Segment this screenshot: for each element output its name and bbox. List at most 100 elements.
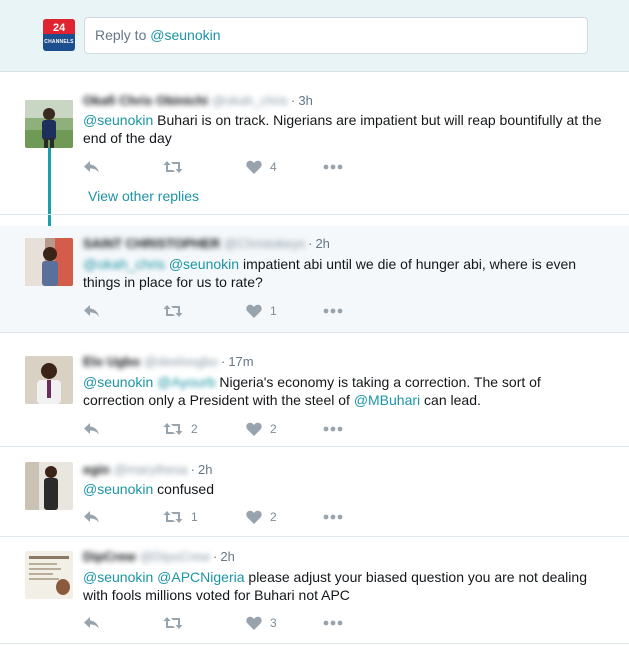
user-name[interactable]: Okafi Chris Obinichi [83, 93, 208, 108]
user-name[interactable]: Elo Ugbo [83, 354, 140, 369]
more-dots-icon [323, 514, 343, 520]
retweet-icon [163, 161, 183, 173]
view-other-replies-link[interactable]: View other replies [88, 188, 199, 204]
tweet-header: DipCrew @DipoCrew · 2h [83, 549, 235, 564]
like-count: 3 [270, 616, 277, 630]
more-dots-icon [323, 620, 343, 626]
tweet-text: @seunokin confused [83, 481, 214, 497]
mention-link[interactable]: @APCNigeria [157, 569, 244, 585]
reply-tweet[interactable]: egin @marythesa · 2h @seunokin confused 1 2 [0, 451, 629, 537]
avatar[interactable] [25, 462, 73, 510]
like-count: 2 [270, 422, 277, 436]
retweet-icon [163, 617, 183, 629]
retweet-icon [163, 423, 183, 435]
tweet-time[interactable]: 2h [220, 549, 234, 564]
avatar[interactable] [25, 100, 73, 148]
tweet-time[interactable]: 3h [298, 93, 312, 108]
like-count: 1 [270, 304, 277, 318]
tweet-actions: 1 [83, 302, 383, 320]
like-action[interactable]: 3 [246, 614, 277, 632]
avatar[interactable] [25, 356, 73, 404]
mention-link[interactable]: @MBuhari [354, 392, 420, 408]
retweet-count: 1 [191, 510, 198, 524]
tweet-text: @seunokin @APCNigeria please adjust your… [83, 569, 587, 603]
mention-link[interactable]: @seunokin [83, 374, 153, 390]
more-action[interactable] [323, 508, 343, 526]
more-action[interactable] [323, 614, 343, 632]
retweet-action[interactable] [163, 302, 191, 320]
retweet-action[interactable]: 2 [163, 420, 198, 438]
tweet-text: @seunokin @Ayourb Nigeria's economy is t… [83, 373, 541, 408]
reply-tweet[interactable]: SAINT CHRISTOPHER @Christokeys · 2h @okah_c… [0, 226, 629, 333]
retweet-action[interactable]: 1 [163, 508, 198, 526]
tweet-header: Okafi Chris Obinichi @okah_chris · 3h [83, 93, 313, 108]
mention-link-blurred[interactable]: @Ayourb [157, 373, 215, 391]
heart-icon [246, 616, 262, 630]
user-handle[interactable]: @okah_chris [212, 93, 288, 108]
heart-icon [246, 510, 262, 524]
reply-action[interactable] [83, 302, 100, 320]
reply-icon [84, 423, 99, 435]
like-action[interactable]: 4 [246, 158, 277, 176]
tweet-time[interactable]: 2h [198, 462, 212, 477]
mention-link[interactable]: @seunokin [169, 256, 239, 272]
tweet-actions: 4 [83, 158, 383, 176]
tweet-time[interactable]: 17m [228, 354, 253, 369]
like-action[interactable]: 1 [246, 302, 277, 320]
reply-placeholder-prefix: Reply to [95, 27, 151, 43]
avatar[interactable] [25, 551, 73, 599]
user-name[interactable]: egin [83, 462, 110, 477]
tweet-actions: 3 [83, 614, 383, 632]
user-handle[interactable]: @deeloogbo [144, 354, 218, 369]
reply-action[interactable] [83, 614, 100, 632]
user-name[interactable]: SAINT CHRISTOPHER [83, 236, 220, 251]
heart-icon [246, 160, 262, 174]
logo-text: CHANNELS [44, 39, 74, 45]
channels-tv-logo[interactable]: 24 CHANNELS [43, 19, 75, 51]
avatar[interactable] [25, 238, 73, 286]
logo-number: 24 [53, 22, 66, 34]
reply-tweet[interactable]: Okafi Chris Obinichi @okah_chris · 3h @seun… [0, 82, 629, 215]
more-action[interactable] [323, 302, 343, 320]
reply-input[interactable]: Reply to @seunokin [84, 17, 588, 54]
retweet-action[interactable] [163, 158, 191, 176]
reply-tweet[interactable]: Elo Ugbo @deeloogbo · 17m @seunokin @Ayourb… [0, 344, 629, 447]
tweet-text: @okah_chris @seunokin impatient abi unti… [83, 255, 577, 290]
reply-tweet[interactable]: DipCrew @DipoCrew · 2h @seunokin @APCNigeri… [0, 539, 629, 644]
user-handle[interactable]: @Christokeys [224, 236, 305, 251]
mention-link-blurred[interactable]: @okah_chris [83, 255, 165, 273]
reply-icon [84, 161, 99, 173]
retweet-icon [163, 511, 183, 523]
reply-action[interactable] [83, 420, 100, 438]
tweet-text: @seunokin Buhari is on track. Nigerians … [83, 112, 602, 146]
mention-link[interactable]: @seunokin [83, 481, 153, 497]
like-count: 4 [270, 160, 277, 174]
reply-icon [84, 305, 99, 317]
retweet-action[interactable] [163, 614, 191, 632]
reply-icon [84, 617, 99, 629]
reply-action[interactable] [83, 508, 100, 526]
more-action[interactable] [323, 420, 343, 438]
like-count: 2 [270, 510, 277, 524]
user-handle[interactable]: @marythesa [114, 462, 188, 477]
heart-icon [246, 304, 262, 318]
like-action[interactable]: 2 [246, 508, 277, 526]
reply-composer: 24 CHANNELS Reply to @seunokin [0, 0, 629, 72]
reply-action[interactable] [83, 158, 100, 176]
retweet-icon [163, 305, 183, 317]
more-action[interactable] [323, 158, 343, 176]
like-action[interactable]: 2 [246, 420, 277, 438]
more-dots-icon [323, 426, 343, 432]
user-handle[interactable]: @DipoCrew [140, 549, 210, 564]
mention-link[interactable]: @seunokin [83, 112, 153, 128]
tweet-header: Elo Ugbo @deeloogbo · 17m [83, 354, 254, 369]
retweet-count: 2 [191, 422, 198, 436]
tweet-header: SAINT CHRISTOPHER @Christokeys · 2h [83, 236, 330, 251]
mention-link[interactable]: @seunokin [83, 569, 153, 585]
user-name[interactable]: DipCrew [83, 549, 136, 564]
tweet-time[interactable]: 2h [315, 236, 329, 251]
more-dots-icon [323, 308, 343, 314]
tweet-actions: 2 2 [83, 420, 383, 438]
heart-icon [246, 422, 262, 436]
reply-placeholder-handle: @seunokin [150, 27, 221, 43]
